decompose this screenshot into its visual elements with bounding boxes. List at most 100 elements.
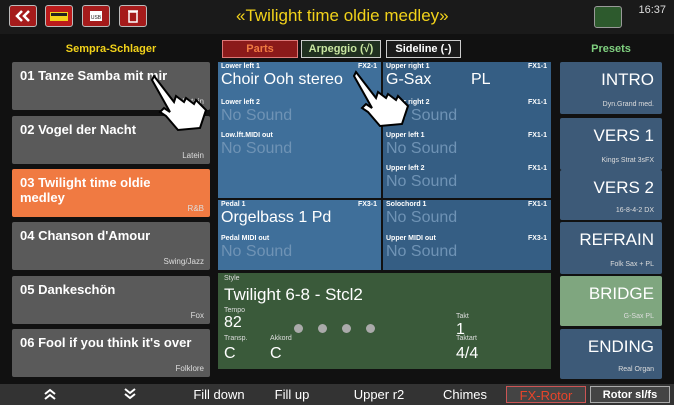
part-lower-left-1[interactable]: Lower left 1 FX2-1 Choir Ooh stereo bbox=[218, 62, 381, 98]
part-lower-left-2[interactable]: Lower left 2 FX No Sound bbox=[218, 98, 381, 131]
clock: 16:37 bbox=[638, 4, 666, 16]
part-label: Low.lft.MIDI out bbox=[221, 132, 273, 139]
preset-name: BRIDGE bbox=[588, 284, 654, 303]
part-label: Upper left 2 bbox=[386, 165, 425, 172]
transp-value: C bbox=[224, 345, 236, 362]
double-down-chevron-icon[interactable] bbox=[110, 386, 150, 403]
tab-parts[interactable]: Parts bbox=[222, 40, 298, 58]
song-item-01[interactable]: 01 Tanze Samba mit mir Latein bbox=[12, 62, 210, 110]
trash-icon[interactable] bbox=[119, 5, 147, 27]
preset-name: INTRO bbox=[601, 70, 654, 89]
song-name: 06 Fool if you think it's over bbox=[20, 335, 192, 350]
part-lower-midi-out[interactable]: Low.lft.MIDI out No Sound bbox=[218, 131, 381, 198]
part-sound: Orgelbass 1 Pd bbox=[221, 209, 332, 226]
display-icon[interactable] bbox=[594, 6, 622, 28]
song-item-05[interactable]: 05 Dankeschön Fox bbox=[12, 276, 210, 324]
beat-indicator-dot bbox=[294, 324, 303, 333]
preset-sub: Kings Strat 3sFX bbox=[601, 157, 654, 164]
part-sound: No Sound bbox=[386, 140, 458, 157]
song-genre: R&B bbox=[187, 204, 204, 213]
upper-r2-button[interactable]: Upper r2 bbox=[338, 386, 420, 403]
part-sound: Choir Ooh stereo bbox=[221, 71, 343, 88]
part-upper-right-2[interactable]: Upper right 2 FX1-1 No Sound bbox=[383, 98, 551, 131]
song-name: 02 Vogel der Nacht bbox=[20, 122, 137, 137]
preset-name: REFRAIN bbox=[579, 230, 654, 249]
part-sound: No Sound bbox=[221, 243, 293, 260]
song-item-03[interactable]: 03 Twilight time oldie medley R&B bbox=[12, 169, 210, 217]
double-left-chevron-icon[interactable] bbox=[9, 5, 37, 27]
taktart-value: 4/4 bbox=[456, 345, 479, 362]
song-genre: Fox bbox=[190, 311, 204, 320]
part-upper-midi-out[interactable]: Upper MIDI out FX3-1 No Sound bbox=[383, 234, 551, 270]
fx-rotor-button[interactable]: FX-Rotor bbox=[506, 386, 586, 403]
preset-bridge[interactable]: BRIDGE G-Sax PL bbox=[560, 276, 662, 326]
tab-sideline[interactable]: Sideline (-) bbox=[386, 40, 461, 58]
preset-intro[interactable]: INTRO Dyn.Grand med. bbox=[560, 62, 662, 114]
song-genre: Folklore bbox=[175, 364, 204, 373]
part-label: Upper left 1 bbox=[386, 132, 425, 139]
akkord-label: Akkord bbox=[270, 335, 292, 342]
part-label: Pedal MIDI out bbox=[221, 235, 270, 242]
preset-ending[interactable]: ENDING Real Organ bbox=[560, 329, 662, 379]
part-label: Solochord 1 bbox=[386, 201, 427, 208]
part-fx: FX1-1 bbox=[527, 132, 547, 139]
svg-text:USB: USB bbox=[91, 15, 102, 21]
rotor-speed-button[interactable]: Rotor sl/fs bbox=[590, 386, 670, 403]
part-sound-suffix: PL bbox=[471, 71, 491, 88]
beat-indicator-dot bbox=[366, 324, 375, 333]
part-upper-left-2[interactable]: Upper left 2 FX1-1 No Sound bbox=[383, 164, 551, 198]
song-name: 03 Twilight time oldie medley bbox=[20, 175, 151, 205]
part-label: Upper right 1 bbox=[386, 63, 430, 70]
song-item-02[interactable]: 02 Vogel der Nacht Latein bbox=[12, 116, 210, 164]
part-upper-right-1[interactable]: Upper right 1 FX1-1 G-Sax PL bbox=[383, 62, 551, 98]
preset-sub: Folk Sax + PL bbox=[610, 261, 654, 268]
part-upper-left-1[interactable]: Upper left 1 FX1-1 No Sound bbox=[383, 131, 551, 164]
style-panel[interactable]: Style Twilight 6-8 - Stcl2 Tempo 82 Takt… bbox=[218, 273, 551, 369]
usb-icon[interactable]: USB bbox=[82, 5, 110, 27]
fill-down-button[interactable]: Fill down bbox=[188, 386, 250, 403]
song-name: 05 Dankeschön bbox=[20, 282, 116, 297]
part-sound: No Sound bbox=[386, 209, 458, 226]
style-name: Twilight 6-8 - Stcl2 bbox=[224, 285, 363, 304]
preset-name: VERS 2 bbox=[593, 178, 654, 197]
song-genre: Latein bbox=[182, 97, 204, 106]
left-column-header: Sempra-Schlager bbox=[65, 43, 157, 55]
part-pedal-1[interactable]: Pedal 1 FX3-1 Orgelbass 1 Pd bbox=[218, 200, 381, 234]
part-sound: No Sound bbox=[221, 107, 293, 124]
preset-vers-1[interactable]: VERS 1 Kings Strat 3sFX bbox=[560, 118, 662, 170]
preset-sub: G-Sax PL bbox=[623, 313, 654, 320]
part-sound: No Sound bbox=[386, 173, 458, 190]
beat-indicator-dot bbox=[318, 324, 327, 333]
part-sound: No Sound bbox=[221, 140, 293, 157]
part-label: Pedal 1 bbox=[221, 201, 246, 208]
preset-sub: 16-8-4-2 DX bbox=[615, 207, 654, 214]
akkord-value: C bbox=[270, 345, 282, 362]
preset-refrain[interactable]: REFRAIN Folk Sax + PL bbox=[560, 222, 662, 274]
part-sound: No Sound bbox=[386, 107, 458, 124]
part-fx: FX1-1 bbox=[527, 63, 547, 70]
preset-name: VERS 1 bbox=[593, 126, 654, 145]
part-solochord-1[interactable]: Solochord 1 FX1-1 No Sound bbox=[383, 200, 551, 234]
beat-indicator-dot bbox=[342, 324, 351, 333]
keyboard-icon[interactable] bbox=[45, 5, 73, 27]
part-fx: FX3-1 bbox=[527, 235, 547, 242]
part-label: Lower left 1 bbox=[221, 63, 260, 70]
presets-header: Presets bbox=[591, 43, 631, 55]
fill-up-button[interactable]: Fill up bbox=[256, 386, 328, 403]
tempo-value: 82 bbox=[224, 314, 242, 331]
tab-arpeggio[interactable]: Arpeggio (√) bbox=[301, 40, 381, 58]
chimes-button[interactable]: Chimes bbox=[426, 386, 504, 403]
part-label: Lower left 2 bbox=[221, 99, 260, 106]
song-genre: Latein bbox=[182, 151, 204, 160]
part-fx: FX1-1 bbox=[527, 165, 547, 172]
song-item-06[interactable]: 06 Fool if you think it's over Folklore bbox=[12, 329, 210, 377]
part-pedal-midi-out[interactable]: Pedal MIDI out No Sound bbox=[218, 234, 381, 270]
preset-sub: Real Organ bbox=[618, 366, 654, 373]
part-label: Upper MIDI out bbox=[386, 235, 436, 242]
tempo-label: Tempo bbox=[224, 307, 246, 314]
part-fx: FX3-1 bbox=[357, 201, 377, 208]
double-up-chevron-icon[interactable] bbox=[30, 386, 70, 403]
taktart-label: Taktart bbox=[456, 335, 478, 342]
song-item-04[interactable]: 04 Chanson d'Amour Swing/Jazz bbox=[12, 222, 210, 270]
preset-vers-2[interactable]: VERS 2 16-8-4-2 DX bbox=[560, 170, 662, 220]
